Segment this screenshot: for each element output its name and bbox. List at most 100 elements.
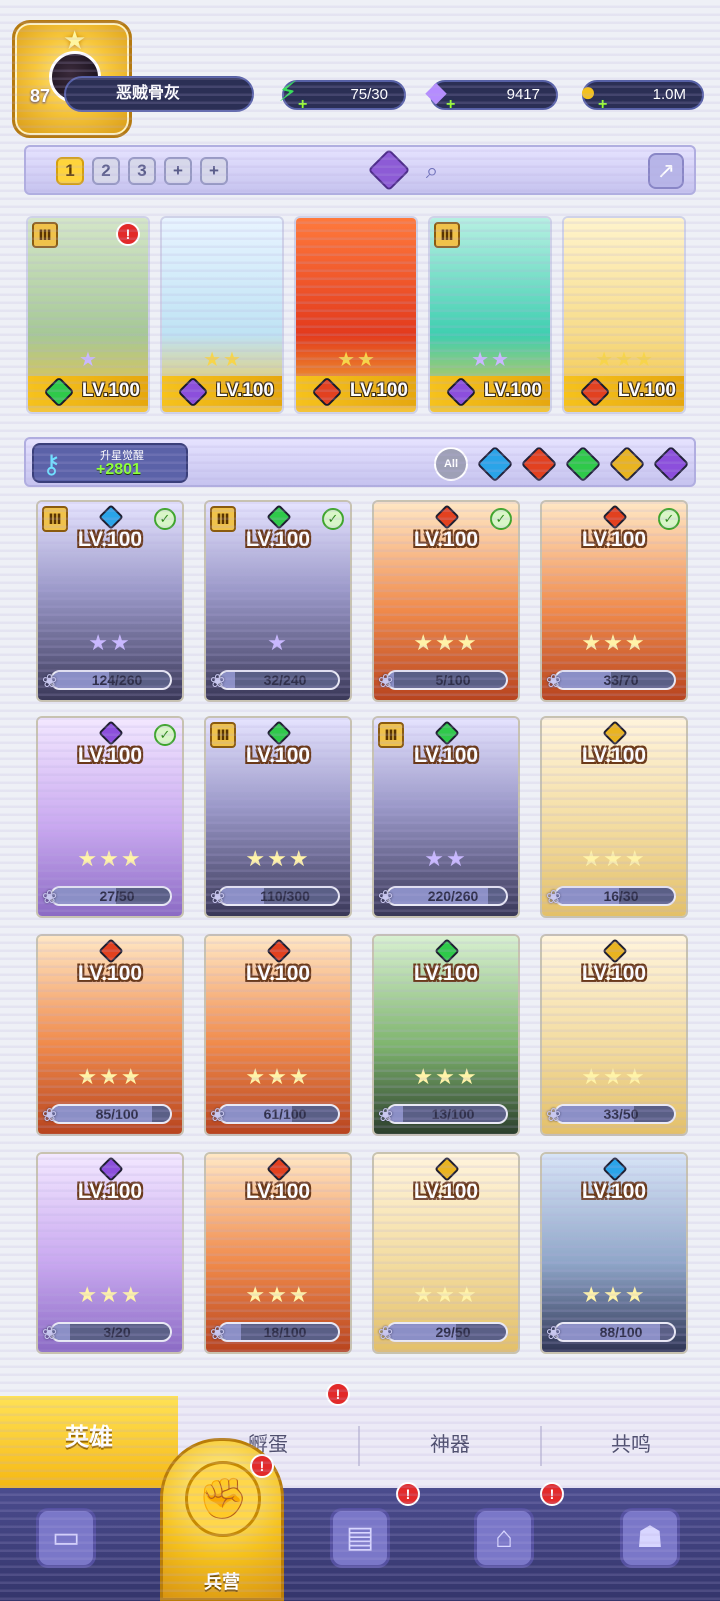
hero-card[interactable]: ✓ LV.100 ★★★ 27/50 ❀ xyxy=(36,716,184,918)
team-hero-card-2[interactable]: ★★ LV.100 xyxy=(160,216,284,414)
hero-card[interactable]: Ⅲ ✓ LV.100 ★★ 124/260 ❀ xyxy=(36,500,184,702)
hero-level: LV.100 xyxy=(245,744,311,767)
tab-resonance[interactable]: 共鸣 xyxy=(542,1422,720,1468)
team-slot-2[interactable]: 2 xyxy=(92,157,120,185)
checkmark-icon: ✓ xyxy=(490,508,512,530)
hero-card[interactable]: LV.100 ★★★ 13/100 ❀ xyxy=(372,934,520,1136)
hero-card[interactable]: LV.100 ★★★ 18/100 ❀ xyxy=(204,1152,352,1354)
tab-artifacts[interactable]: 神器 xyxy=(360,1422,540,1468)
add-gems-icon[interactable]: + xyxy=(446,92,455,118)
hero-stars: ★★★ xyxy=(581,1064,647,1089)
filter-all-button[interactable]: All xyxy=(434,447,468,481)
hero-stars: ★★★ xyxy=(77,1282,143,1307)
hero-card[interactable]: LV.100 ★★★ 16/30 ❀ xyxy=(540,716,688,918)
shard-progress-bar: 33/70 xyxy=(554,670,676,690)
hero-card[interactable]: LV.100 ★★★ 85/100 ❀ xyxy=(36,934,184,1136)
hero-card[interactable]: LV.100 ★★★ 29/50 ❀ xyxy=(372,1152,520,1354)
hero-level: LV.100 xyxy=(77,744,143,767)
filter-blue-element[interactable] xyxy=(476,445,514,483)
shard-progress-text: 3/20 xyxy=(103,1324,131,1340)
hero-stars: ★ xyxy=(267,630,289,655)
hero-stars: ★★★ xyxy=(581,846,647,871)
hero-stars: ★★ xyxy=(471,349,511,371)
key-icon: ⚷ xyxy=(42,449,62,479)
shard-progress-text: 16/30 xyxy=(603,888,639,904)
guild-icon: ☗ xyxy=(620,1508,680,1568)
tab-heroes[interactable]: 英雄 xyxy=(0,1396,178,1488)
hero-card[interactable]: Ⅲ ✓ LV.100 ★ 32/240 ❀ xyxy=(204,500,352,702)
hero-card[interactable]: LV.100 ★★★ 88/100 ❀ xyxy=(540,1152,688,1354)
paw-icon: ❀ xyxy=(378,1323,394,1343)
nav-guild[interactable]: ☗ xyxy=(590,1502,710,1592)
hero-card[interactable]: ✓ LV.100 ★★★ 5/100 ❀ xyxy=(372,500,520,702)
search-icon[interactable]: ⌕ xyxy=(416,155,448,187)
team-hero-card-1[interactable]: Ⅲ ! ★ LV.100 xyxy=(26,216,150,414)
team-slot-1[interactable]: 1 xyxy=(56,157,84,185)
hero-stars: ★★★ xyxy=(413,1282,479,1307)
team-hero-card-5[interactable]: ★★★ LV.100 xyxy=(562,216,686,414)
filter-red-element[interactable] xyxy=(520,445,558,483)
team-slot-3[interactable]: 3 xyxy=(128,157,156,185)
shard-progress-text: 124/260 xyxy=(91,672,143,688)
filter-bar: ⚷ 升星觉醒 +2801 All xyxy=(24,437,696,487)
energy-counter[interactable]: ⚡ + 75/30 xyxy=(278,78,406,113)
player-name-pill[interactable]: 恶贼骨灰 xyxy=(64,76,254,112)
filter-purple-element[interactable] xyxy=(652,445,690,483)
hero-card[interactable]: Ⅲ LV.100 ★★★ 110/300 ❀ xyxy=(204,716,352,918)
filter-green-element[interactable] xyxy=(564,445,602,483)
shop-icon: ⌂ xyxy=(474,1508,534,1568)
hero-level: LV.100 xyxy=(245,1180,311,1203)
hero-stars: ★★★ xyxy=(595,349,655,371)
hero-level: LV.100 xyxy=(413,744,479,767)
rank-medal-icon: Ⅲ xyxy=(32,222,58,248)
nav-book[interactable]: ▤ xyxy=(300,1502,420,1592)
checkmark-icon: ✓ xyxy=(154,724,176,746)
shard-progress-text: 27/50 xyxy=(99,888,135,904)
team-slot-add-1[interactable]: + xyxy=(164,157,192,185)
coin-counter[interactable]: ● + 1.0M xyxy=(580,78,704,113)
team-hero-card-3[interactable]: ★★ LV.100 xyxy=(294,216,418,414)
paw-icon: ❀ xyxy=(210,1105,226,1125)
shard-progress-bar: 61/100 xyxy=(218,1104,340,1124)
player-level: 87 xyxy=(30,86,51,106)
hero-card[interactable]: LV.100 ★★★ 3/20 ❀ xyxy=(36,1152,184,1354)
hero-stars: ★★ xyxy=(88,630,132,655)
sub-tabs: 英雄 孵蛋 ! 神器 共鸣 xyxy=(0,1382,720,1488)
hero-level: LV.100 xyxy=(77,962,143,985)
checkmark-icon: ✓ xyxy=(658,508,680,530)
element-gem-icon[interactable] xyxy=(367,148,411,192)
hero-card[interactable]: LV.100 ★★★ 61/100 ❀ xyxy=(204,934,352,1136)
shard-progress-bar: 5/100 xyxy=(386,670,508,690)
paw-icon: ❀ xyxy=(42,887,58,907)
hero-card[interactable]: ✓ LV.100 ★★★ 33/70 ❀ xyxy=(540,500,688,702)
nav-shop[interactable]: ⌂ xyxy=(444,1502,564,1592)
shard-progress-text: 18/100 xyxy=(263,1324,307,1340)
paw-icon: ❀ xyxy=(546,887,562,907)
upgrade-key-button[interactable]: ⚷ 升星觉醒 +2801 xyxy=(32,443,188,483)
hero-level: LV.100 xyxy=(581,744,647,767)
share-icon[interactable]: ↗ xyxy=(648,153,684,189)
team-slot-add-2[interactable]: + xyxy=(200,157,228,185)
coin-value: 1.0M xyxy=(652,86,686,103)
filter-gold-element[interactable] xyxy=(608,445,646,483)
team-hero-card-4[interactable]: Ⅲ ★★ LV.100 xyxy=(428,216,552,414)
shard-progress-bar: 88/100 xyxy=(554,1322,676,1342)
gem-counter[interactable]: ◆ + 9417 xyxy=(425,78,558,113)
shard-progress-text: 29/50 xyxy=(435,1324,471,1340)
nav-cards[interactable]: ▭ xyxy=(6,1502,126,1592)
hero-card[interactable]: Ⅲ LV.100 ★★ 220/260 ❀ xyxy=(372,716,520,918)
shard-progress-bar: 32/240 xyxy=(218,670,340,690)
hero-level: LV.100 xyxy=(77,1180,143,1203)
team-bar: 1 2 3 + + ⌕ ↗ xyxy=(24,145,696,195)
add-energy-icon[interactable]: + xyxy=(298,92,307,118)
hero-card[interactable]: LV.100 ★★★ 33/50 ❀ xyxy=(540,934,688,1136)
paw-icon: ❀ xyxy=(210,887,226,907)
hero-stars: ★★★ xyxy=(245,1282,311,1307)
hero-stars: ★★★ xyxy=(245,1064,311,1089)
shard-progress-text: 220/260 xyxy=(427,888,479,904)
nav-barracks-label: 兵营 xyxy=(204,1572,240,1592)
shard-progress-text: 33/50 xyxy=(603,1106,639,1122)
hero-level: LV.100 xyxy=(413,1180,479,1203)
add-coins-icon[interactable]: + xyxy=(598,92,607,118)
shard-progress-bar: 33/50 xyxy=(554,1104,676,1124)
